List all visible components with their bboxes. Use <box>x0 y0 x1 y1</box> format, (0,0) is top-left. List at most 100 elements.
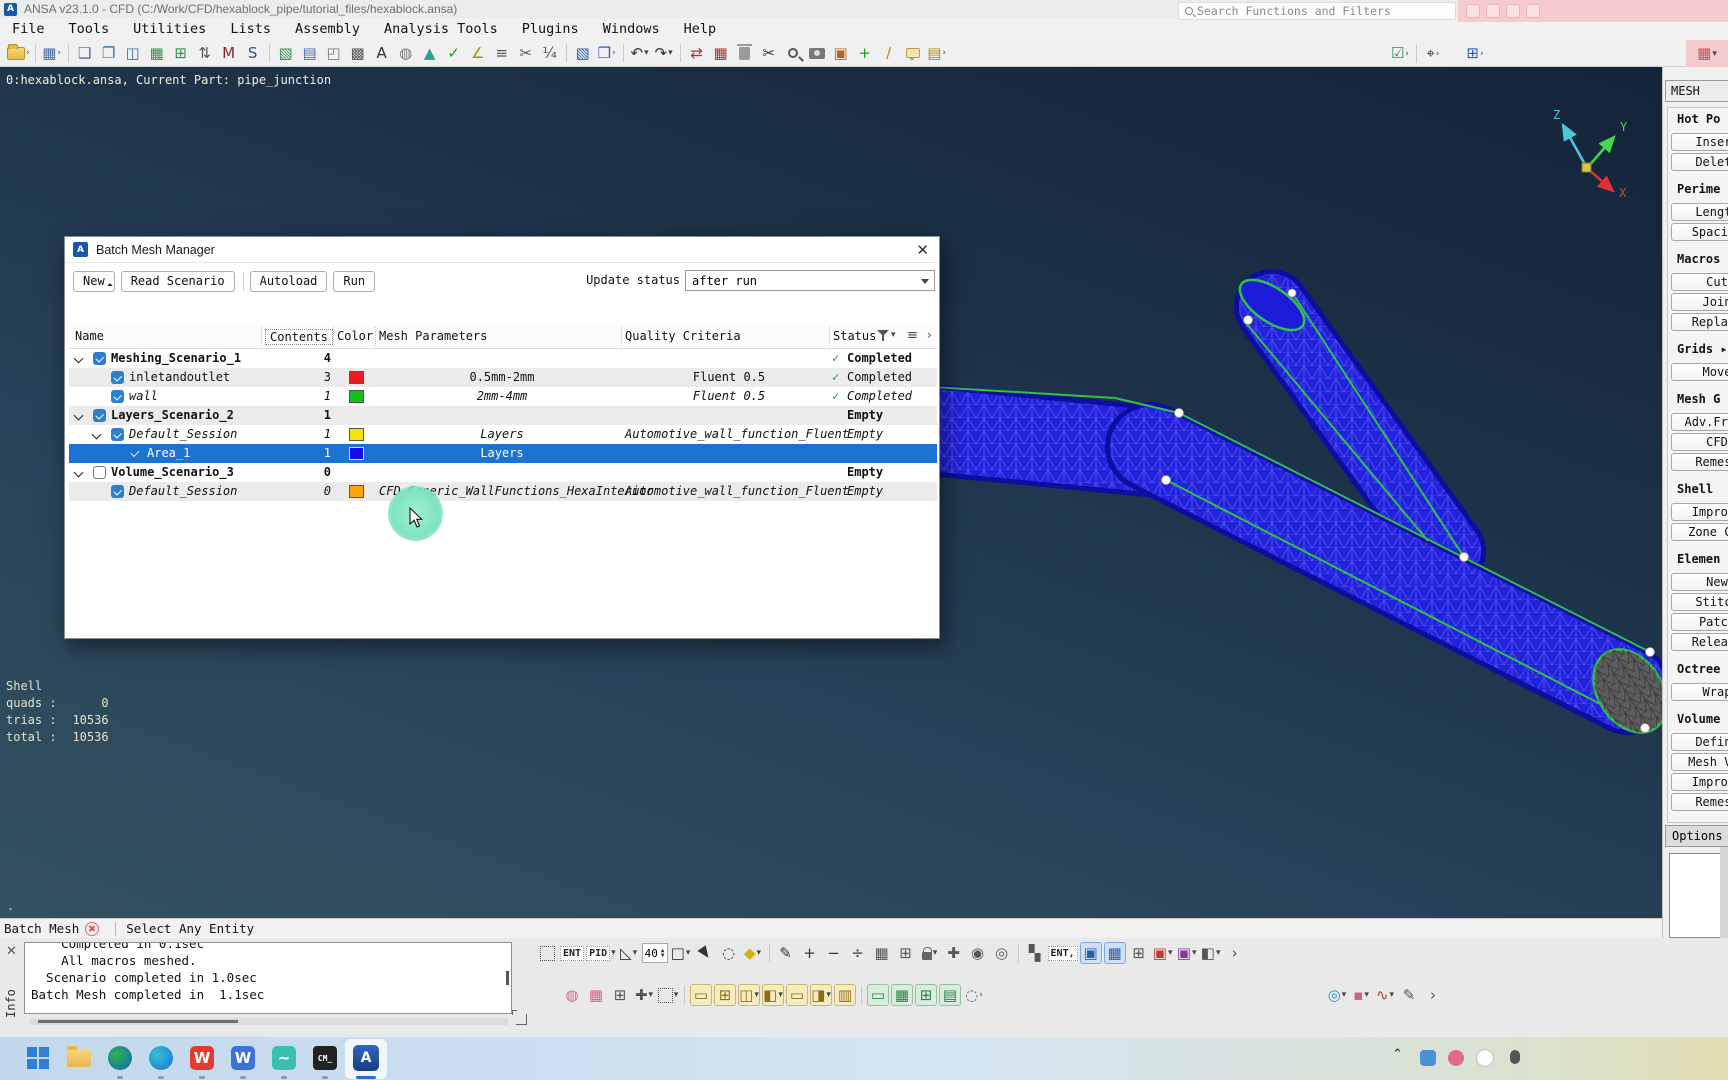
menu-help[interactable]: Help <box>672 21 729 37</box>
sidebar-button-adv-front[interactable]: Adv.Front <box>1671 413 1728 431</box>
screen-rect-icon[interactable]: ▭ <box>867 984 889 1006</box>
sidebar-button-improve[interactable]: Improve <box>1671 773 1728 791</box>
more-row1[interactable]: › <box>1224 942 1246 964</box>
ribbon-icon-4[interactable] <box>1526 4 1540 18</box>
dialog-close-button[interactable]: ✕ <box>916 241 929 259</box>
menu-analysis-tools[interactable]: Analysis Tools <box>372 21 510 37</box>
orientation-cube-icon[interactable]: ◧ ▾ <box>1200 942 1222 964</box>
options-list-tab[interactable]: Options L <box>1665 825 1728 847</box>
color-swatch[interactable] <box>349 447 364 460</box>
row-checkbox[interactable] <box>111 371 124 384</box>
column-name[interactable]: Name <box>75 329 104 343</box>
wire-sphere-icon[interactable]: ◍ <box>561 984 583 1006</box>
tray-microphone[interactable] <box>1510 1050 1520 1064</box>
ghost-cube-icon[interactable]: ▾ <box>657 984 679 1006</box>
cancel-function-icon[interactable] <box>85 921 100 936</box>
lasso-icon[interactable]: ◌ <box>718 942 740 964</box>
log-horizontal-scrollbar[interactable] <box>30 1018 508 1025</box>
pid-table-icon[interactable]: ▦ ▾ <box>1696 43 1718 65</box>
dialog-title-bar[interactable]: A Batch Mesh Manager ✕ <box>65 237 939 263</box>
table-row-default_session[interactable]: Default_Session 1 Layers Automotive_wall_fu… <box>69 425 937 444</box>
green-grid-icon[interactable]: ▦ <box>146 42 168 64</box>
undo-icon[interactable]: ↶ ▾ <box>629 42 651 64</box>
spline-icon[interactable]: ∿ ▾ <box>1374 984 1396 1006</box>
target-add-icon[interactable]: ⌖ › <box>1422 43 1444 65</box>
table-row-wall[interactable]: wall 1 2mm-4mm Fluent 0.5 ✓ Completed <box>69 387 937 406</box>
read-scenario-button[interactable]: Read Scenario <box>120 270 235 292</box>
taskbar-file-explorer[interactable] <box>63 1042 95 1074</box>
view-cols-icon[interactable]: ◨ ▾ <box>810 984 832 1006</box>
taskbar-word[interactable]: W <box>227 1042 259 1074</box>
info-tab-label[interactable]: Info <box>4 968 18 1018</box>
grid-large-icon[interactable]: ▦ <box>871 942 893 964</box>
scissors-icon[interactable]: ✂ <box>758 42 780 64</box>
autoload-button[interactable]: Autoload <box>249 270 328 292</box>
ribbon-icon-2[interactable] <box>1486 4 1500 18</box>
new-window-icon[interactable]: ❏ <box>74 42 96 64</box>
tray-copilot[interactable] <box>1476 1049 1494 1067</box>
color-swatch[interactable] <box>349 371 364 384</box>
expander-icon[interactable] <box>73 410 84 421</box>
marquee-select-icon[interactable] <box>536 942 558 964</box>
cut-mesh-icon[interactable]: ✂ <box>515 42 537 64</box>
checker-icon[interactable]: ▚ <box>1024 942 1046 964</box>
pan-icon[interactable]: ✚ <box>943 942 965 964</box>
taskbar-start-button[interactable] <box>22 1042 54 1074</box>
filter-chevron-icon[interactable]: ▾ <box>891 330 896 340</box>
table-row-default_session[interactable]: Default_Session 0 CFD_Generic_WallFunction… <box>69 482 937 501</box>
sort-icon[interactable]: ⇅ <box>194 42 216 64</box>
log-vertical-scrollbar[interactable] <box>506 971 509 985</box>
expander-icon[interactable] <box>91 429 102 440</box>
row-checkbox[interactable] <box>111 390 124 403</box>
expander-icon[interactable] <box>73 353 84 364</box>
s-list-icon[interactable]: S <box>242 42 264 64</box>
run-button[interactable]: Run <box>333 270 376 292</box>
iso-box-icon[interactable]: ▧ <box>275 42 297 64</box>
tray-hidden-icons-chevron[interactable]: ⌃ <box>1392 1047 1403 1062</box>
new-button[interactable]: New <box>73 270 115 292</box>
draw-icon[interactable]: ✎ <box>1398 984 1420 1006</box>
column-quality-criteria[interactable]: Quality Criteria <box>625 329 741 343</box>
filter-funnel-icon[interactable] <box>877 330 889 342</box>
tile-windows-icon[interactable]: ◫ <box>122 42 144 64</box>
lock-icon[interactable]: ▾ <box>919 942 941 964</box>
add-points-icon[interactable]: ✚ ▾ <box>633 984 655 1006</box>
sidebar-button-improve[interactable]: Improve <box>1671 503 1728 521</box>
sidebar-button-define[interactable]: Define <box>1671 733 1728 751</box>
column-mesh-parameters[interactable]: Mesh Parameters <box>379 329 487 343</box>
cube-icon[interactable]: ▧ <box>572 42 594 64</box>
screen-mesh-icon[interactable]: ▦ <box>891 984 913 1006</box>
camera-icon[interactable] <box>806 42 828 64</box>
sidebar-button-wrap[interactable]: Wrap <box>1671 683 1728 701</box>
sidebar-button-mesh-vol[interactable]: Mesh Vol <box>1671 753 1728 771</box>
ruler-icon[interactable]: ∕ <box>878 42 900 64</box>
table-swap-icon[interactable]: ⇄ <box>686 42 708 64</box>
pid-filter-button[interactable]: PID ▾ <box>586 942 616 964</box>
tray-tray-app-pink[interactable] <box>1448 1050 1464 1066</box>
checklist-icon[interactable]: ☑ › <box>1389 43 1411 65</box>
column-settings-icon[interactable]: ≡ <box>907 328 918 343</box>
box-chart-icon[interactable]: ▤ <box>299 42 321 64</box>
crop-icon[interactable]: ▣ <box>830 42 852 64</box>
row-checkbox[interactable] <box>93 352 106 365</box>
grid-table-icon[interactable]: ⊞ <box>609 984 631 1006</box>
grid-view-icon[interactable]: ⊞ <box>1128 942 1150 964</box>
sidebar-button-delete[interactable]: Delete <box>1671 153 1728 171</box>
more-row2[interactable]: › <box>1422 984 1444 1006</box>
table-row-inletandoutlet[interactable]: inletandoutlet 3 0.5mm-2mm Fluent 0.5 ✓ Compl… <box>69 368 937 387</box>
taskbar-docker-whale[interactable]: ~ <box>268 1042 300 1074</box>
sidebar-button-release[interactable]: Release <box>1671 633 1728 651</box>
sidebar-button-move[interactable]: Move <box>1671 363 1728 381</box>
mesh-panel-title[interactable]: MESH <box>1665 80 1728 102</box>
taskbar-wps-office[interactable]: W <box>186 1042 218 1074</box>
ent-filter-button[interactable]: ENT <box>560 942 585 964</box>
column-color[interactable]: Color <box>337 329 373 343</box>
table-edit-icon[interactable]: ▦ <box>710 42 732 64</box>
color-swatch[interactable] <box>349 428 364 441</box>
view-quad-icon[interactable]: ⊞ <box>714 984 736 1006</box>
header-more-icon[interactable]: › <box>927 328 932 342</box>
link-icon[interactable]: ◎ ▾ <box>1326 984 1348 1006</box>
record-alt-icon[interactable]: ◎ <box>991 942 1013 964</box>
ent-small-button[interactable]: ENT, <box>1047 942 1078 964</box>
pink-table-icon[interactable]: ▦ <box>585 984 607 1006</box>
